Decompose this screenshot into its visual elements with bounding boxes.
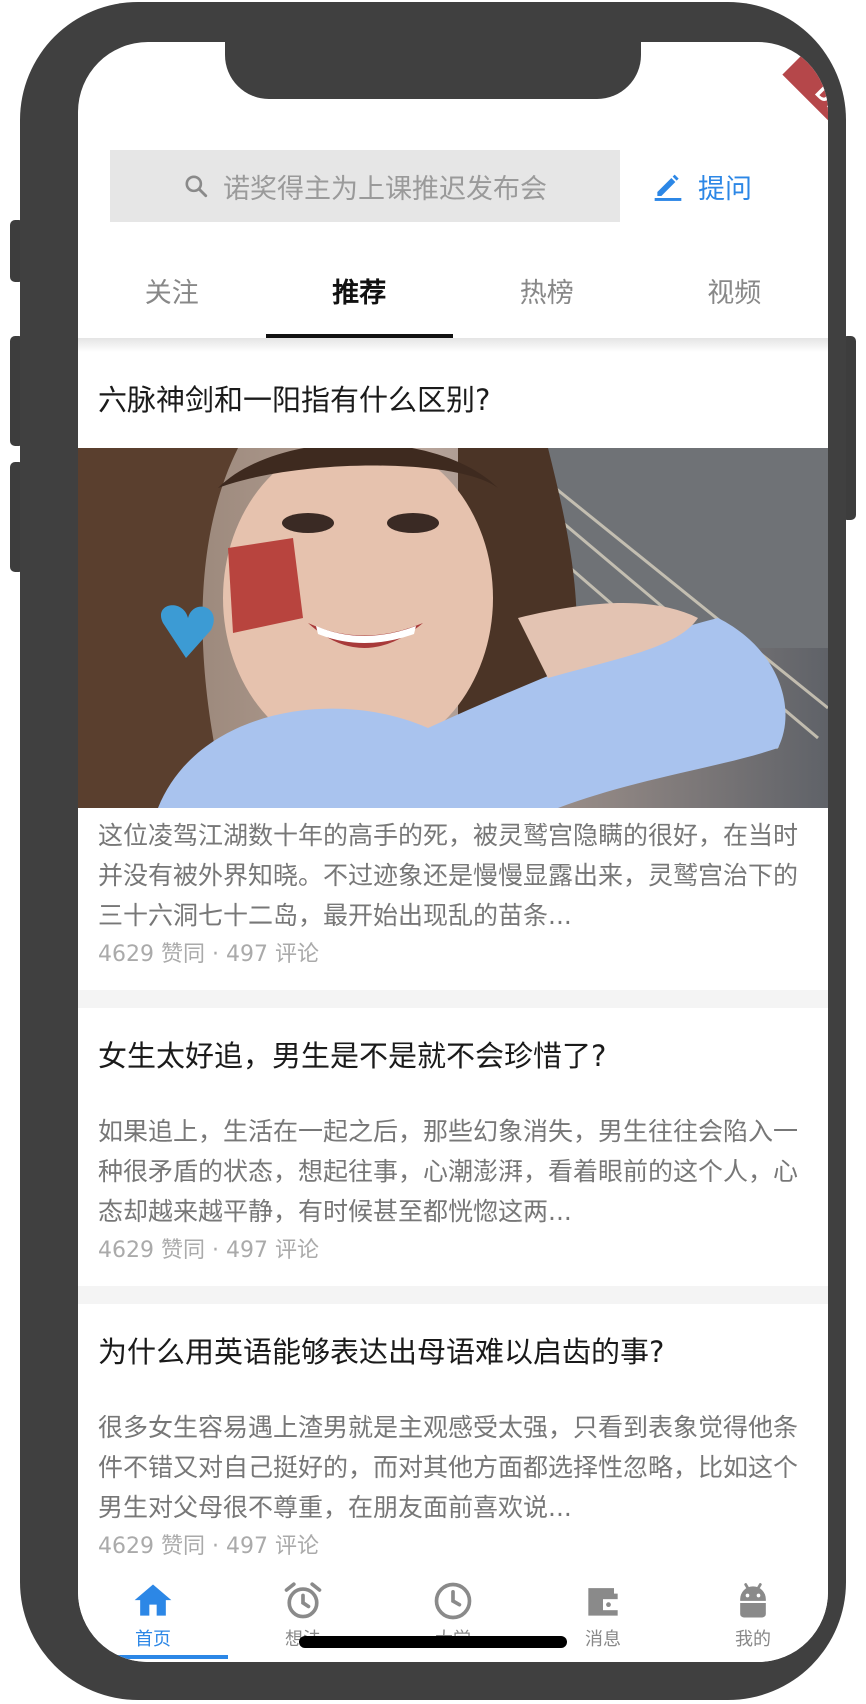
card-separator <box>78 1286 828 1304</box>
nav-profile[interactable]: 我的 <box>678 1577 828 1662</box>
feed-card[interactable]: 为什么用英语能够表达出母语难以启齿的事? 很多女生容易遇上渣男就是主观感受太强，… <box>78 1304 828 1582</box>
debug-banner: DEBUG <box>782 53 828 181</box>
feed-list: 六脉神剑和一阳指有什么区别? 这位凌驾江湖数十年的高手的死，被灵鹫宫隐瞒的很好，… <box>78 352 828 1582</box>
clock-icon <box>434 1582 472 1620</box>
tab-follow[interactable]: 关注 <box>78 242 266 338</box>
nav-university[interactable]: 大学 <box>378 1577 528 1662</box>
nav-home[interactable]: 首页 <box>78 1577 228 1662</box>
card-stats: 4629 赞同 · 497 评论 <box>98 942 319 967</box>
card-excerpt: 如果追上，生活在一起之后，那些幻象消失，男生往往会陷入一种很矛盾的状态，想起往事… <box>98 1117 799 1226</box>
card-stats: 4629 赞同 · 497 评论 <box>98 1238 319 1263</box>
home-icon <box>134 1584 172 1616</box>
selfie-photo <box>78 448 828 808</box>
bottom-navigation: 首页 想法 大学 <box>78 1577 828 1662</box>
nav-profile-label: 我的 <box>735 1629 771 1650</box>
tab-bar: 关注 推荐 热榜 视频 <box>78 242 828 339</box>
nav-messages-label: 消息 <box>585 1629 621 1650</box>
card-excerpt: 很多女生容易遇上渣男就是主观感受太强，只看到表象觉得他条件不错又对自己挺好的，而… <box>98 1413 799 1522</box>
phone-frame: DEBUG 诺奖得主为上课推迟发布会 提问 关注 推荐 热榜 视频 六脉神剑和一… <box>20 2 846 1700</box>
card-photo <box>78 448 828 808</box>
device-notch <box>225 36 641 99</box>
card-title: 女生太好追，男生是不是就不会珍惜了? <box>98 1039 607 1073</box>
feed-card[interactable]: 女生太好追，男生是不是就不会珍惜了? 如果追上，生活在一起之后，那些幻象消失，男… <box>78 1008 828 1286</box>
tab-hot-list[interactable]: 热榜 <box>453 242 641 338</box>
search-placeholder: 诺奖得主为上课推迟发布会 <box>223 173 547 205</box>
app-screen: DEBUG 诺奖得主为上课推迟发布会 提问 关注 推荐 热榜 视频 六脉神剑和一… <box>78 42 828 1662</box>
alarm-clock-icon <box>284 1582 322 1619</box>
search-icon <box>185 175 208 198</box>
nav-home-label: 首页 <box>135 1629 171 1650</box>
card-stats: 4629 赞同 · 497 评论 <box>98 1534 319 1559</box>
nav-messages[interactable]: 消息 <box>528 1577 678 1662</box>
nav-ideas[interactable]: 想法 <box>228 1577 378 1662</box>
search-bar[interactable]: 诺奖得主为上课推迟发布会 <box>110 150 620 222</box>
feed-card[interactable]: 六脉神剑和一阳指有什么区别? 这位凌驾江湖数十年的高手的死，被灵鹫宫隐瞒的很好，… <box>78 352 828 990</box>
tab-bar-shadow <box>78 338 828 352</box>
wallet-icon <box>588 1588 620 1616</box>
tab-video[interactable]: 视频 <box>641 242 829 338</box>
pencil-icon <box>654 174 682 201</box>
ask-button-label: 提问 <box>698 173 752 205</box>
card-title: 为什么用英语能够表达出母语难以启齿的事? <box>98 1335 665 1369</box>
ask-question-button[interactable]: 提问 <box>652 150 782 222</box>
card-title: 六脉神剑和一阳指有什么区别? <box>98 383 491 417</box>
home-indicator <box>299 1636 567 1648</box>
card-separator <box>78 990 828 1008</box>
card-excerpt: 这位凌驾江湖数十年的高手的死，被灵鹫宫隐瞒的很好，在当时并没有被外界知晓。不过迹… <box>98 821 799 930</box>
tab-recommended[interactable]: 推荐 <box>265 242 454 338</box>
android-icon <box>738 1583 768 1618</box>
